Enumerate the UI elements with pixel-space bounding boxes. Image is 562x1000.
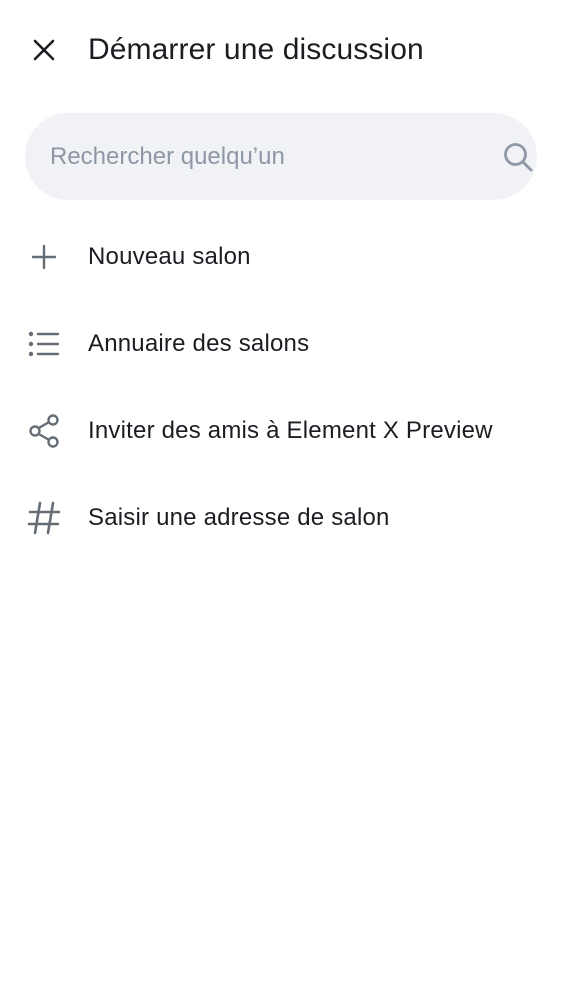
menu-item-room-directory[interactable]: Annuaire des salons xyxy=(0,300,562,387)
menu-item-label: Annuaire des salons xyxy=(88,330,310,357)
close-icon xyxy=(33,39,55,61)
search-bar[interactable] xyxy=(25,113,537,200)
top-app-bar: Démarrer une discussion xyxy=(0,0,562,100)
plus-icon xyxy=(26,239,62,275)
search-icon[interactable] xyxy=(501,140,535,174)
menu-item-label: Nouveau salon xyxy=(88,243,251,270)
menu-item-invite-friends[interactable]: Inviter des amis à Element X Preview xyxy=(0,387,562,474)
menu-item-label: Saisir une adresse de salon xyxy=(88,504,390,531)
page-title: Démarrer une discussion xyxy=(88,33,424,66)
hash-icon xyxy=(26,500,62,536)
list-icon xyxy=(26,326,62,362)
close-button[interactable] xyxy=(22,28,66,72)
menu-item-new-room[interactable]: Nouveau salon xyxy=(0,213,562,300)
start-chat-screen: Démarrer une discussion Nouveau salon An… xyxy=(0,0,562,1000)
search-input[interactable] xyxy=(50,113,470,200)
menu-item-join-room-address[interactable]: Saisir une adresse de salon xyxy=(0,474,562,561)
menu-item-label: Inviter des amis à Element X Preview xyxy=(88,417,493,444)
share-icon xyxy=(26,413,62,449)
